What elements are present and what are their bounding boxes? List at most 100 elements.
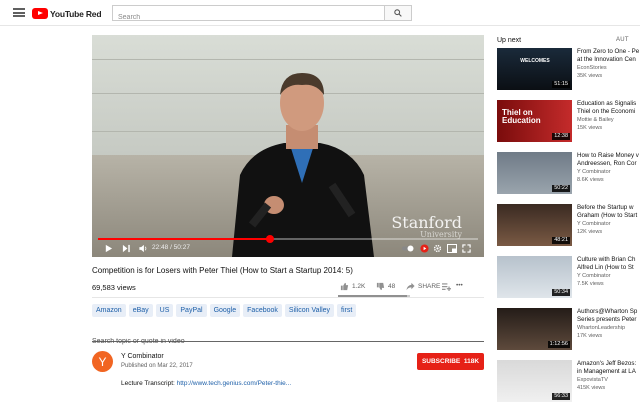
- recommendation-item[interactable]: Thiel on Education 12:38 Education as Sign…: [497, 100, 640, 146]
- recommendation-title[interactable]: Authors@Wharton Sp Series presents Peter: [577, 308, 640, 323]
- recommendation-item[interactable]: 48:21 Before the Startup w Graham (How to …: [497, 204, 640, 250]
- recommendation-title[interactable]: Education as Signalis Thiel on the Econom…: [577, 100, 640, 115]
- dislike-button[interactable]: 48: [376, 282, 395, 291]
- recommendation-thumbnail[interactable]: WELCOMES 51:15: [497, 48, 572, 90]
- recommendation-views: 8.6K views: [577, 177, 604, 183]
- share-button[interactable]: SHARE: [406, 282, 440, 291]
- recommendation-thumbnail[interactable]: 50:34: [497, 256, 572, 298]
- video-duration: 1:12:56: [547, 341, 570, 348]
- subscribe-label: SUBSCRIBE 118K: [421, 358, 480, 365]
- more-icon: •••: [456, 282, 463, 289]
- video-player[interactable]: Stanford University 22:48 / 50:27: [92, 35, 484, 257]
- video-duration: 50:34: [552, 289, 570, 296]
- add-to-playlist-button[interactable]: [442, 282, 451, 291]
- recommendation-title[interactable]: From Zero to One - Pe at the Innovation C…: [577, 48, 640, 63]
- recommendation-item[interactable]: WELCOMES 51:15 From Zero to One - Pe at the…: [497, 48, 640, 94]
- recommendation-thumbnail[interactable]: 48:21: [497, 204, 572, 246]
- view-count: 69,583 views: [92, 283, 136, 292]
- video-speaker-figure: [232, 73, 374, 257]
- search-button[interactable]: [384, 5, 412, 21]
- recommendation-thumbnail[interactable]: 56:33: [497, 360, 572, 402]
- recommendation-title[interactable]: How to Raise Money v Andreessen, Ron Cor: [577, 152, 640, 167]
- recommendation-item[interactable]: 56:33 Amazon's Jeff Bezos: in Management a…: [497, 360, 640, 406]
- progress-fill: [98, 238, 270, 240]
- video-duration: 48:21: [552, 237, 570, 244]
- search-box: [112, 5, 412, 25]
- recommendation-title[interactable]: Culture with Brian Ch Alfred Lin (How to …: [577, 256, 640, 271]
- channel-name[interactable]: Y Combinator: [121, 353, 164, 360]
- tag-chip[interactable]: PayPal: [176, 304, 207, 317]
- recommendation-item[interactable]: 1:12:56 Authors@Wharton Sp Series presents…: [497, 308, 640, 354]
- video-duration: 56:33: [552, 393, 570, 400]
- tag-list: Amazon eBay US PayPal Google Facebook Silicon …: [92, 304, 357, 317]
- player-controls: 22:48 / 50:27: [92, 241, 484, 257]
- recommendation-channel: EconStories: [577, 65, 607, 71]
- recommendation-views: 12K views: [577, 229, 603, 235]
- autoplay-label: AUT: [616, 37, 629, 43]
- thumbnail-caption: Thiel on Education: [502, 108, 541, 125]
- tag-chip[interactable]: US: [155, 304, 174, 317]
- video-title: Competition is for Losers with Peter Thi…: [92, 266, 353, 275]
- search-icon: [394, 9, 402, 17]
- thumbnail-caption: WELCOMES: [520, 58, 550, 64]
- tag-chip[interactable]: first: [337, 304, 357, 317]
- more-actions-button[interactable]: •••: [456, 282, 463, 289]
- next-icon[interactable]: [122, 244, 131, 253]
- recommendation-channel: Y Combinator: [577, 221, 611, 227]
- tag-chip[interactable]: Amazon: [92, 304, 126, 317]
- tag-chip[interactable]: Google: [209, 304, 241, 317]
- search-input[interactable]: [113, 10, 383, 25]
- recommendation-views: 7.5K views: [577, 281, 604, 287]
- volume-icon[interactable]: [138, 244, 148, 253]
- top-bar: YouTube Red: [0, 0, 640, 26]
- youtube-red-badge-icon: [420, 244, 429, 253]
- recommendation-channel: Y Combinator: [577, 169, 611, 175]
- video-duration: 50:22: [552, 185, 570, 192]
- share-icon: [406, 282, 415, 291]
- description-link[interactable]: http://www.tech.genius.com/Peter-thie...: [177, 380, 292, 387]
- recommendation-views: 35K views: [577, 73, 603, 79]
- menu-icon[interactable]: [13, 8, 25, 17]
- youtube-logo[interactable]: YouTube Red: [32, 7, 102, 20]
- miniplayer-icon[interactable]: [447, 244, 457, 253]
- transcript-search: [92, 330, 484, 345]
- transcript-search-input[interactable]: [92, 338, 484, 345]
- recommendation-thumbnail[interactable]: Thiel on Education 12:38: [497, 100, 572, 142]
- tag-chip[interactable]: Silicon Valley: [284, 304, 335, 317]
- recommendation-views: 15K views: [577, 125, 603, 131]
- published-date: Published on Mar 22, 2017: [121, 363, 193, 369]
- recommendation-channel: Mottie & Bailey: [577, 117, 614, 123]
- video-description: Lecture Transcript: http://www.tech.geni…: [121, 380, 292, 387]
- recommendation-item[interactable]: 50:22 How to Raise Money v Andreessen, Ron…: [497, 152, 640, 198]
- up-next-label: Up next: [497, 37, 522, 44]
- recommendation-thumbnail[interactable]: 1:12:56: [497, 308, 572, 350]
- time-display: 22:48 / 50:27: [152, 244, 190, 251]
- like-button[interactable]: 1.2K: [340, 282, 365, 291]
- settings-icon[interactable]: [433, 244, 442, 253]
- subscribe-button[interactable]: SUBSCRIBE 118K: [417, 353, 484, 370]
- thumbs-up-icon: [340, 282, 349, 291]
- recommendation-channel: Y Combinator: [577, 273, 611, 279]
- recommendation-title[interactable]: Amazon's Jeff Bezos: in Management at LA: [577, 360, 640, 375]
- tag-chip[interactable]: Facebook: [243, 304, 282, 317]
- channel-avatar[interactable]: Y: [92, 351, 113, 372]
- video-duration: 12:38: [552, 133, 570, 140]
- stanford-watermark: Stanford University: [391, 213, 462, 239]
- recommendation-channel: ExpovistaTV: [577, 377, 608, 383]
- recommendation-title[interactable]: Before the Startup w Graham (How to Start: [577, 204, 640, 219]
- recommendation-channel: WhartonLeadership: [577, 325, 626, 331]
- recommendation-views: 415K views: [577, 385, 606, 391]
- fullscreen-icon[interactable]: [462, 244, 471, 253]
- youtube-play-icon: [32, 8, 48, 19]
- recommendation-item[interactable]: 50:34 Culture with Brian Ch Alfred Lin (Ho…: [497, 256, 640, 302]
- thumbs-down-icon: [376, 282, 385, 291]
- video-duration: 51:15: [552, 81, 570, 88]
- recommendation-thumbnail[interactable]: 50:22: [497, 152, 572, 194]
- logo-text: YouTube Red: [50, 8, 102, 19]
- tag-chip[interactable]: eBay: [128, 304, 153, 317]
- add-to-playlist-icon: [442, 283, 451, 291]
- progress-bar[interactable]: [98, 235, 478, 243]
- play-icon[interactable]: [104, 244, 113, 253]
- autoplay-toggle-icon[interactable]: [402, 244, 414, 253]
- recommendation-views: 17K views: [577, 333, 603, 339]
